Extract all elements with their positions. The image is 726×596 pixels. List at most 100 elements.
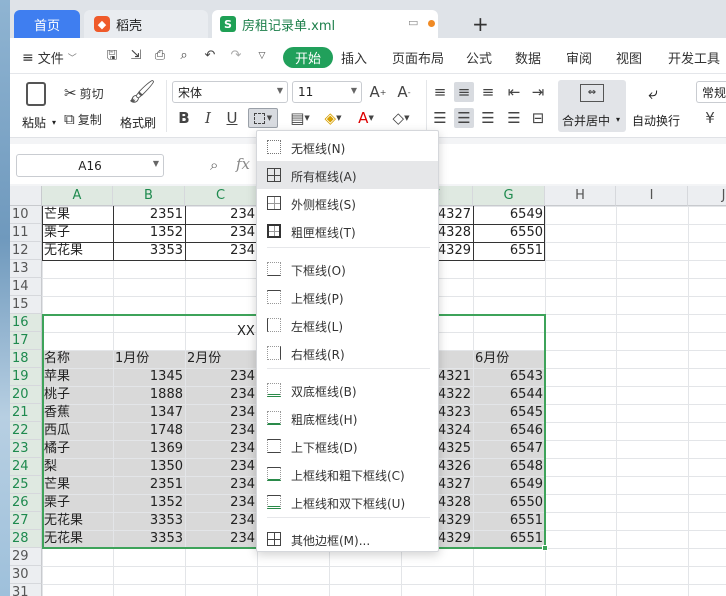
row-header-29[interactable]: 29 <box>10 548 42 566</box>
menu-item-right-border[interactable]: 右框线(R) <box>257 339 438 367</box>
align-top-icon[interactable]: ≡ <box>430 82 450 102</box>
font-size-select[interactable]: 11 ▼ <box>292 81 362 103</box>
zoom-search-icon[interactable]: ⌕ <box>210 156 218 174</box>
fill-color-icon[interactable]: ◈ ▼ <box>318 108 348 128</box>
font-color-icon[interactable]: A ▼ <box>352 108 380 128</box>
underline-button[interactable]: U <box>222 108 242 128</box>
column-header-a[interactable]: A <box>42 186 113 206</box>
menu-item-all-borders[interactable]: 所有框线(A) <box>257 161 438 189</box>
menu-start[interactable]: 开始 <box>283 47 333 68</box>
menu-item-double-bottom-border[interactable]: 双底框线(B) <box>257 376 438 404</box>
file-menu[interactable]: ≡ 文件 ﹀ <box>22 48 77 68</box>
menu-item-thick-bottom-border[interactable]: 粗底框线(H) <box>257 404 438 432</box>
menu-item-top-border[interactable]: 上框线(P) <box>257 283 438 311</box>
menu-item-top-thick-bottom-border[interactable]: 上框线和粗下框线(C) <box>257 460 438 488</box>
number-format-select[interactable]: 常规 <box>696 81 726 103</box>
menu-item-left-border[interactable]: 左框线(L) <box>257 311 438 339</box>
row-header-27[interactable]: 27 <box>10 512 42 530</box>
menu-item-more-borders[interactable]: 其他边框(M)... <box>257 525 438 553</box>
quick-access-more-icon[interactable]: ▽ <box>254 48 270 64</box>
row-header-30[interactable]: 30 <box>10 566 42 584</box>
select-all-corner[interactable] <box>10 186 42 206</box>
distributed-align-icon[interactable]: ⊟ <box>528 108 548 128</box>
name-box[interactable]: A16 ▼ <box>16 154 164 177</box>
menu-developer[interactable]: 开发工具 <box>668 48 720 67</box>
align-right-icon[interactable]: ☰ <box>478 108 498 128</box>
row-header-24[interactable]: 24 <box>10 458 42 476</box>
row-header-15[interactable]: 15 <box>10 296 42 314</box>
row-header-21[interactable]: 21 <box>10 404 42 422</box>
clear-format-icon[interactable]: ◇ ▼ <box>386 108 416 128</box>
column-header-h[interactable]: H <box>545 186 616 206</box>
row-header-12[interactable]: 12 <box>10 242 42 260</box>
menu-review[interactable]: 审阅 <box>566 48 592 67</box>
menu-page-layout[interactable]: 页面布局 <box>392 48 444 67</box>
row-header-19[interactable]: 19 <box>10 368 42 386</box>
export-icon[interactable]: ⇲ <box>128 48 144 64</box>
row-header-18[interactable]: 18 <box>10 350 42 368</box>
align-middle-icon[interactable]: ≡ <box>454 82 474 102</box>
row-header-11[interactable]: 11 <box>10 224 42 242</box>
redo-icon[interactable]: ↷ <box>228 48 244 64</box>
menu-item-no-border[interactable]: 无框线(N) <box>257 133 438 161</box>
menu-item-top-bottom-border[interactable]: 上下框线(D) <box>257 432 438 460</box>
borders-button[interactable]: ▼ <box>248 108 278 128</box>
align-left-icon[interactable]: ☰ <box>430 108 450 128</box>
menu-view[interactable]: 视图 <box>616 48 642 67</box>
row-header-26[interactable]: 26 <box>10 494 42 512</box>
row-header-31[interactable]: 31 <box>10 584 42 596</box>
increase-font-icon[interactable]: A + <box>368 82 388 102</box>
row-header-20[interactable]: 20 <box>10 386 42 404</box>
cut-button[interactable]: ✂ 剪切 <box>64 84 104 102</box>
print-preview-icon[interactable]: ⌕ <box>176 48 192 64</box>
menu-item-bottom-border[interactable]: 下框线(O) <box>257 255 438 283</box>
copy-button[interactable]: ⧉ 复制 <box>64 110 102 128</box>
fill-handle[interactable] <box>542 545 548 551</box>
align-bottom-icon[interactable]: ≡ <box>478 82 498 102</box>
menu-formulas[interactable]: 公式 <box>466 48 492 67</box>
undo-icon[interactable]: ↶ <box>202 48 218 64</box>
column-header-g[interactable]: G <box>473 186 545 206</box>
decrease-indent-icon[interactable]: ⇤ <box>504 82 524 102</box>
menu-item-outside-borders[interactable]: 外侧框线(S) <box>257 189 438 217</box>
tab-home[interactable]: 首页 <box>14 10 80 38</box>
italic-button[interactable]: I <box>198 108 218 128</box>
column-header-c[interactable]: C <box>185 186 257 206</box>
menu-item-thick-box-border[interactable]: 粗匣框线(T) <box>257 217 438 245</box>
increase-indent-icon[interactable]: ⇥ <box>528 82 548 102</box>
menu-data[interactable]: 数据 <box>515 48 541 67</box>
row-header-22[interactable]: 22 <box>10 422 42 440</box>
justify-icon[interactable]: ☰ <box>504 108 524 128</box>
wrap-text-button[interactable]: ⤶ 自动换行 <box>630 80 684 132</box>
format-painter-button[interactable]: 🖌 格式刷 <box>118 80 158 132</box>
tab-document[interactable]: S 房租记录单.xml ▭ <box>212 10 438 38</box>
row-header-16[interactable]: 16 <box>10 314 42 332</box>
top-double-bottom-border-icon <box>267 495 281 509</box>
cell-style-icon[interactable]: ▤ ▼ <box>286 108 314 128</box>
align-center-icon[interactable]: ☰ <box>454 108 474 128</box>
column-header-j[interactable]: J <box>688 186 726 206</box>
function-icon[interactable]: fx <box>236 155 250 173</box>
menu-insert[interactable]: 插入 <box>341 48 367 67</box>
column-header-b[interactable]: B <box>113 186 185 206</box>
merge-center-button[interactable]: ⇔ 合并居中 ▾ <box>558 80 626 132</box>
monitor-icon[interactable]: ▭ <box>408 16 418 29</box>
row-header-17[interactable]: 17 <box>10 332 42 350</box>
menu-item-top-double-bottom-border[interactable]: 上框线和双下框线(U) <box>257 488 438 516</box>
row-header-10[interactable]: 10 <box>10 206 42 224</box>
tab-daoke[interactable]: ◆ 稻壳 <box>84 10 208 38</box>
paste-button[interactable]: 粘贴 ▾ <box>20 80 56 132</box>
row-header-25[interactable]: 25 <box>10 476 42 494</box>
new-tab-button[interactable]: + <box>472 12 489 36</box>
row-header-13[interactable]: 13 <box>10 260 42 278</box>
row-header-28[interactable]: 28 <box>10 530 42 548</box>
font-name-select[interactable]: 宋体 ▼ <box>172 81 288 103</box>
save-icon[interactable]: 🖫 <box>104 48 120 64</box>
row-header-23[interactable]: 23 <box>10 440 42 458</box>
currency-icon[interactable]: ¥ <box>700 108 720 128</box>
row-header-14[interactable]: 14 <box>10 278 42 296</box>
bold-button[interactable]: B <box>174 108 194 128</box>
column-header-i[interactable]: I <box>616 186 688 206</box>
decrease-font-icon[interactable]: A- <box>394 82 414 102</box>
print-icon[interactable]: ⎙ <box>152 48 168 64</box>
